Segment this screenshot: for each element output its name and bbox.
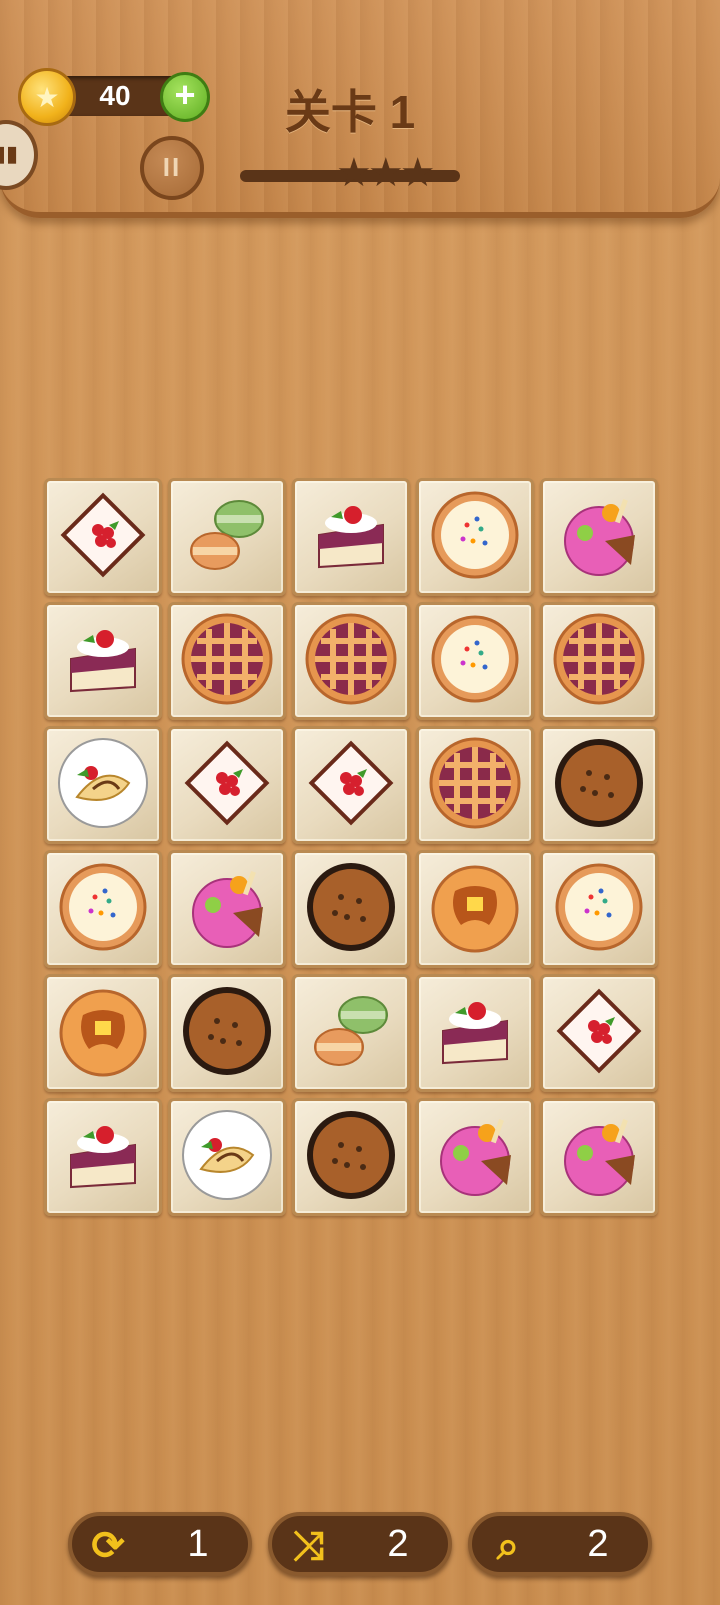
tile-raspberry-plate[interactable]	[168, 726, 286, 844]
tile-ice-cream[interactable]	[540, 478, 658, 596]
lattice-pie-icon	[177, 609, 277, 714]
choc-muffin-icon	[177, 981, 277, 1086]
tile-lattice-pie[interactable]	[540, 602, 658, 720]
lattice-pie-icon	[425, 733, 525, 838]
tile-ice-cream[interactable]	[540, 1098, 658, 1216]
coin-star-icon: ★	[18, 68, 76, 126]
sprinkle-cookie-icon	[549, 857, 649, 962]
lattice-pie-icon	[301, 609, 401, 714]
tile-raspberry-plate[interactable]	[44, 478, 162, 596]
pancake-icon	[425, 857, 525, 962]
star-icon: ★	[399, 151, 436, 195]
tile-raspberry-plate[interactable]	[540, 974, 658, 1092]
cherry-cake-icon	[425, 981, 525, 1086]
tile-macarons[interactable]	[168, 478, 286, 596]
tile-cherry-cake[interactable]	[44, 602, 162, 720]
sprinkle-cookie-icon	[425, 609, 525, 714]
tile-choc-muffin[interactable]	[292, 1098, 410, 1216]
cherry-cake-icon	[53, 1105, 153, 1210]
macarons-icon	[177, 485, 277, 590]
raspberry-plate-icon	[177, 733, 277, 838]
raspberry-plate-icon	[301, 733, 401, 838]
cherry-cake-icon	[53, 609, 153, 714]
tile-cherry-cake[interactable]	[416, 974, 534, 1092]
ice-cream-icon	[177, 857, 277, 962]
choc-muffin-icon	[549, 733, 649, 838]
tile-ice-cream[interactable]	[416, 1098, 534, 1216]
tile-choc-muffin[interactable]	[168, 974, 286, 1092]
tile-macarons[interactable]	[292, 974, 410, 1092]
tile-lattice-pie[interactable]	[292, 602, 410, 720]
tile-crepe-plate[interactable]	[168, 1098, 286, 1216]
tile-choc-muffin[interactable]	[292, 850, 410, 968]
refresh-image-icon: ⟳	[91, 1524, 125, 1568]
tool-search-count: 2	[587, 1523, 609, 1565]
ice-cream-icon	[425, 1105, 525, 1210]
tool-shuffle-button[interactable]: ⤨ 2	[268, 1512, 452, 1576]
tile-lattice-pie[interactable]	[168, 602, 286, 720]
tile-board	[44, 478, 674, 1238]
tile-pancake[interactable]	[44, 974, 162, 1092]
tile-crepe-plate[interactable]	[44, 726, 162, 844]
level-title: 关卡 1	[284, 86, 416, 138]
tile-lattice-pie[interactable]	[416, 726, 534, 844]
pause-button[interactable]: II	[140, 136, 204, 200]
add-coins-button[interactable]: +	[160, 72, 210, 122]
tool-shuffle-count: 2	[387, 1523, 409, 1565]
tile-pancake[interactable]	[416, 850, 534, 968]
cherry-cake-icon	[301, 485, 401, 590]
ice-cream-icon	[549, 1105, 649, 1210]
crepe-plate-icon	[177, 1105, 277, 1210]
sprinkle-cookie-icon	[53, 857, 153, 962]
search-icon: ⌕	[496, 1524, 520, 1568]
lattice-pie-icon	[549, 609, 649, 714]
progress-stars: ★★★	[336, 150, 436, 196]
tile-sprinkle-cookie[interactable]	[540, 850, 658, 968]
ice-cream-icon	[549, 485, 649, 590]
tool-refresh-count: 1	[187, 1523, 209, 1565]
tile-choc-muffin[interactable]	[540, 726, 658, 844]
crepe-plate-icon	[53, 733, 153, 838]
tool-search-button[interactable]: ⌕ 2	[468, 1512, 652, 1576]
choc-muffin-icon	[301, 1105, 401, 1210]
tile-ice-cream[interactable]	[168, 850, 286, 968]
sprinkle-cookie-icon	[425, 485, 525, 590]
shuffle-icon: ⤨	[292, 1524, 324, 1568]
raspberry-plate-icon	[53, 485, 153, 590]
tile-sprinkle-cookie[interactable]	[416, 602, 534, 720]
coin-count: 40	[99, 80, 131, 111]
tile-raspberry-plate[interactable]	[292, 726, 410, 844]
tile-sprinkle-cookie[interactable]	[416, 478, 534, 596]
macarons-icon	[301, 981, 401, 1086]
pancake-icon	[53, 981, 153, 1086]
tile-cherry-cake[interactable]	[44, 1098, 162, 1216]
raspberry-plate-icon	[549, 981, 649, 1086]
star-icon: ★	[367, 151, 404, 195]
choc-muffin-icon	[301, 857, 401, 962]
tile-sprinkle-cookie[interactable]	[44, 850, 162, 968]
tile-cherry-cake[interactable]	[292, 478, 410, 596]
tool-refresh-button[interactable]: ⟳ 1	[68, 1512, 252, 1576]
star-icon: ★	[336, 151, 372, 195]
